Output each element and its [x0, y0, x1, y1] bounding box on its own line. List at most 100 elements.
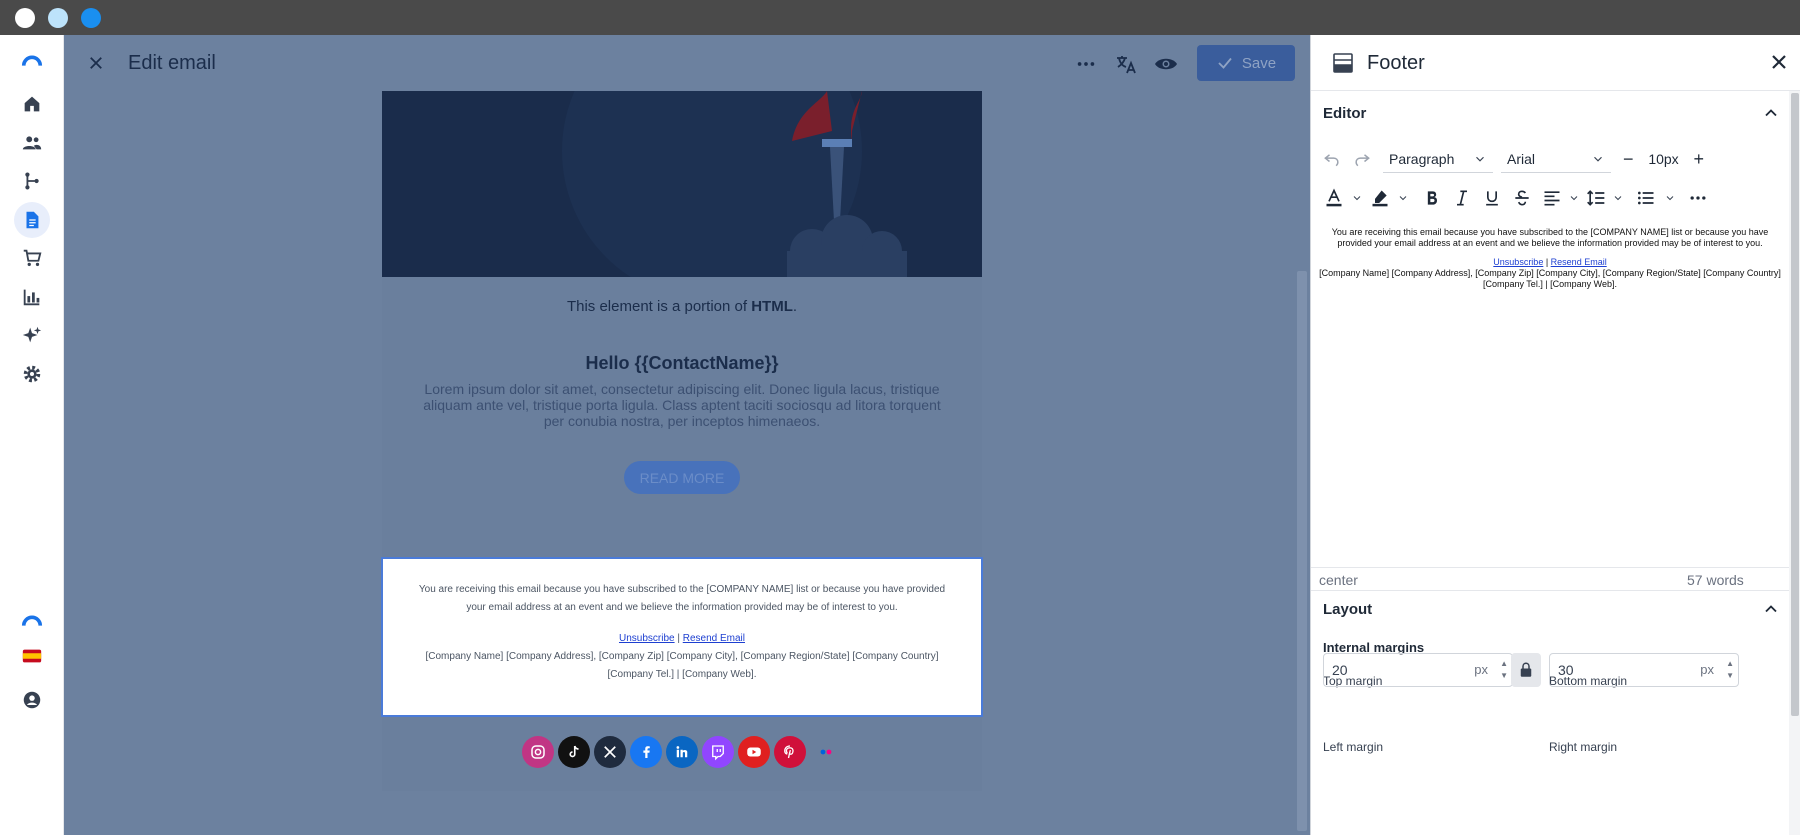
linkedin-icon[interactable]	[666, 736, 698, 768]
font-size-value[interactable]: 10px	[1644, 151, 1684, 167]
undo-button[interactable]	[1317, 144, 1347, 174]
underline-button[interactable]	[1477, 183, 1507, 213]
social-icons-row	[522, 736, 842, 768]
eye-icon	[1155, 58, 1177, 70]
footer-properties-panel: Footer Editor Paragraph Arial − 10px + Y…	[1310, 35, 1800, 835]
align-dropdown[interactable]	[1567, 183, 1581, 213]
reports-icon[interactable]	[14, 279, 50, 315]
translate-button[interactable]	[1111, 49, 1141, 79]
save-button[interactable]: Save	[1197, 45, 1295, 81]
window-close-button[interactable]	[15, 8, 35, 28]
italic-button[interactable]	[1447, 183, 1477, 213]
block-format-value: Paragraph	[1389, 150, 1455, 167]
top-margin-input[interactable]: 20 px ▲ ▼	[1323, 653, 1513, 687]
more-options-button[interactable]	[1071, 49, 1101, 79]
facebook-icon[interactable]	[630, 736, 662, 768]
editor-footer-body: Unsubscribe | Resend Email [Company Name…	[1317, 257, 1783, 290]
footer-links: Unsubscribe | Resend Email	[618, 633, 745, 644]
close-editor-button[interactable]	[82, 49, 110, 77]
tiktok-icon[interactable]	[558, 736, 590, 768]
editor-resend-email-link[interactable]: Resend Email	[1551, 257, 1607, 267]
more-tools-button[interactable]	[1683, 183, 1713, 213]
right-margin-label: Right margin	[1549, 740, 1618, 754]
footer-block-selected[interactable]: You are receiving this email because you…	[381, 557, 983, 717]
window-maximize-button[interactable]	[81, 8, 101, 28]
editor-toolbar: Edit email Save	[64, 35, 1310, 91]
chevron-up-icon	[1765, 605, 1777, 613]
strikethrough-button[interactable]	[1507, 183, 1537, 213]
bullet-list-button[interactable]	[1631, 183, 1661, 213]
block-format-select[interactable]: Paragraph	[1383, 145, 1493, 173]
brand-icon[interactable]	[14, 603, 50, 639]
italic-icon	[1457, 190, 1467, 206]
underline-icon	[1486, 191, 1498, 206]
cart-icon[interactable]	[14, 240, 50, 276]
window-titlebar	[0, 0, 1800, 35]
editor-unsubscribe-link[interactable]: Unsubscribe	[1493, 257, 1543, 267]
email-canvas: This element is a portion of HTML. Hello…	[381, 91, 983, 791]
twitch-icon[interactable]	[702, 736, 734, 768]
bottom-margin-stepper[interactable]: ▲ ▼	[1726, 658, 1734, 682]
chevron-down-icon	[1666, 196, 1674, 201]
highlight-color-dropdown[interactable]	[1395, 183, 1411, 213]
font-size-decrease-button[interactable]: −	[1623, 149, 1634, 170]
documents-icon[interactable]	[14, 202, 50, 238]
x-icon[interactable]	[594, 736, 626, 768]
more-horizontal-icon	[1690, 196, 1706, 200]
read-more-button[interactable]: READ MORE	[624, 461, 740, 494]
footer-text: You are receiving this email because you…	[413, 581, 951, 684]
top-margin-value: 20	[1332, 662, 1348, 678]
text-color-dropdown[interactable]	[1349, 183, 1365, 213]
rich-text-editor[interactable]: You are receiving this email because you…	[1317, 227, 1783, 557]
top-margin-stepper[interactable]: ▲ ▼	[1500, 658, 1508, 682]
account-icon[interactable]	[14, 682, 50, 718]
bold-button[interactable]	[1417, 183, 1447, 213]
collapse-editor-button[interactable]	[1761, 103, 1781, 128]
footer-address: [Company Name] [Company Address], [Compa…	[425, 651, 939, 662]
highlight-color-button[interactable]	[1365, 183, 1395, 213]
contacts-icon[interactable]	[14, 125, 50, 161]
collapse-layout-button[interactable]	[1761, 599, 1781, 624]
bullet-list-icon	[1638, 191, 1654, 205]
bottom-margin-input[interactable]: 30 px ▲ ▼	[1549, 653, 1739, 687]
preview-button[interactable]	[1151, 49, 1181, 79]
flows-icon[interactable]	[14, 163, 50, 199]
text-color-button[interactable]	[1319, 183, 1349, 213]
footer-contact: [Company Tel.] | [Company Web].	[607, 669, 757, 680]
panel-scrollbar-thumb[interactable]	[1791, 93, 1799, 716]
unsubscribe-link[interactable]: Unsubscribe	[619, 633, 675, 644]
hero-image	[382, 91, 982, 277]
chevron-down-icon	[1614, 196, 1622, 201]
align-button[interactable]	[1537, 183, 1567, 213]
left-margin-label: Left margin	[1323, 740, 1384, 754]
youtube-icon[interactable]	[738, 736, 770, 768]
home-icon[interactable]	[14, 86, 50, 122]
language-flag-es-icon[interactable]	[14, 638, 50, 674]
font-size-increase-button[interactable]: +	[1694, 149, 1705, 170]
align-left-icon	[1544, 191, 1560, 206]
pinterest-icon[interactable]	[774, 736, 806, 768]
editor-statusbar: center 57 words	[1311, 567, 1789, 591]
more-horizontal-icon	[1077, 62, 1095, 66]
logo-icon[interactable]	[14, 43, 50, 79]
greeting-heading: Hello {{ContactName}}	[585, 353, 779, 373]
email-editor-stage: Edit email Save This element is a portio…	[64, 35, 1310, 835]
line-height-button[interactable]	[1581, 183, 1611, 213]
flickr-icon[interactable]	[810, 736, 842, 768]
resend-email-link[interactable]: Resend Email	[683, 633, 745, 644]
strikethrough-icon	[1515, 190, 1529, 206]
close-panel-button[interactable]	[1767, 50, 1791, 79]
font-family-select[interactable]: Arial	[1501, 145, 1611, 173]
settings-icon[interactable]	[14, 356, 50, 392]
panel-scrollbar[interactable]	[1789, 91, 1800, 835]
window-minimize-button[interactable]	[48, 8, 68, 28]
link-margins-button[interactable]	[1511, 653, 1541, 687]
undo-icon	[1324, 154, 1339, 167]
redo-button[interactable]	[1347, 144, 1377, 174]
ai-sparkle-icon[interactable]	[14, 317, 50, 353]
chevron-down-icon	[1353, 196, 1361, 201]
instagram-icon[interactable]	[522, 736, 554, 768]
canvas-scrollbar-thumb[interactable]	[1297, 271, 1307, 831]
line-height-dropdown[interactable]	[1611, 183, 1625, 213]
bullet-list-dropdown[interactable]	[1661, 183, 1679, 213]
